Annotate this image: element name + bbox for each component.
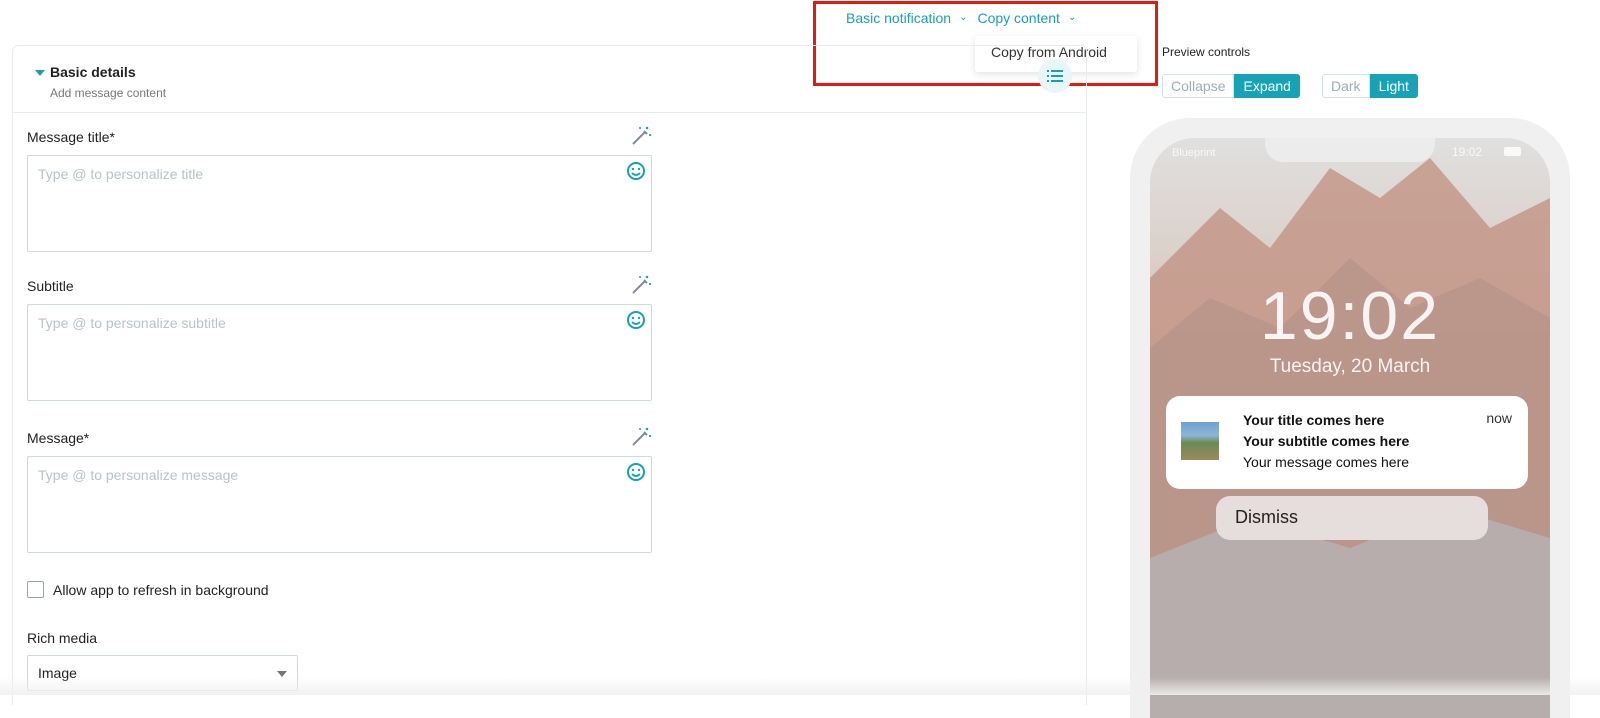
- list-icon[interactable]: [1038, 59, 1072, 93]
- collapse-option[interactable]: Collapse: [1162, 74, 1234, 98]
- rich-media-label: Rich media: [27, 630, 97, 646]
- subtitle-label: Subtitle: [27, 278, 652, 294]
- chevron-down-icon: ⌄: [1068, 12, 1076, 23]
- subtitle-field: Subtitle Type @ to personalize subtitle: [27, 278, 652, 401]
- magic-wand-icon[interactable]: [630, 426, 652, 448]
- theme-toggle: Dark Light: [1322, 74, 1418, 98]
- basic-notification-label: Basic notification: [846, 10, 951, 26]
- message-label: Message*: [27, 430, 652, 446]
- notification-message: Your message comes here: [1243, 452, 1514, 473]
- message-placeholder: Type @ to personalize message: [38, 467, 238, 483]
- message-title-label: Message title*: [27, 129, 652, 145]
- section-subtitle: Add message content: [50, 86, 1086, 100]
- basic-notification-menu[interactable]: Basic notification ⌄: [846, 10, 977, 26]
- chevron-down-icon: ⌄: [959, 12, 967, 23]
- message-input[interactable]: Type @ to personalize message: [27, 456, 652, 553]
- phone-notch: [1265, 138, 1435, 162]
- phone-screen: Blueprint 19:02 19:02 Tuesday, 20 March …: [1150, 138, 1550, 718]
- subtitle-placeholder: Type @ to personalize subtitle: [38, 315, 226, 331]
- battery-icon: [1504, 147, 1521, 156]
- refresh-background-label: Allow app to refresh in background: [53, 582, 269, 598]
- message-title-placeholder: Type @ to personalize title: [38, 166, 203, 182]
- bottom-fade: [0, 677, 1600, 695]
- message-title-input[interactable]: Type @ to personalize title: [27, 155, 652, 252]
- collapse-expand-toggle: Collapse Expand: [1162, 74, 1300, 98]
- carrier-label: Blueprint: [1172, 147, 1215, 159]
- smiley-icon[interactable]: [626, 310, 646, 330]
- refresh-background-checkbox[interactable]: [27, 581, 44, 598]
- message-title-field: Message title* Type @ to personalize tit…: [27, 129, 652, 252]
- notification-time: now: [1486, 410, 1512, 426]
- magic-wand-icon[interactable]: [630, 125, 652, 147]
- preview-controls-label: Preview controls: [1162, 45, 1250, 59]
- notification-subtitle: Your subtitle comes here: [1243, 431, 1514, 452]
- magic-wand-icon[interactable]: [630, 274, 652, 296]
- notification-card: Your title comes here Your subtitle come…: [1166, 396, 1528, 489]
- section-title: Basic details: [50, 64, 1086, 80]
- smiley-icon[interactable]: [626, 161, 646, 181]
- caret-down-icon[interactable]: [35, 70, 45, 76]
- notification-image: [1181, 422, 1219, 460]
- section-header[interactable]: Basic details Add message content: [13, 46, 1086, 113]
- dismiss-button[interactable]: Dismiss: [1216, 496, 1488, 540]
- smiley-icon[interactable]: [626, 462, 646, 482]
- dark-option[interactable]: Dark: [1322, 74, 1370, 98]
- lock-screen-time: 19:02: [1150, 277, 1550, 355]
- lock-screen-date: Tuesday, 20 March: [1150, 356, 1550, 378]
- basic-details-panel: Basic details Add message content Messag…: [12, 45, 1087, 705]
- message-field: Message* Type @ to personalize message: [27, 430, 652, 553]
- copy-content-menu[interactable]: Copy content ⌄: [977, 10, 1086, 26]
- notification-title: Your title comes here: [1243, 410, 1514, 431]
- expand-option[interactable]: Expand: [1234, 74, 1299, 98]
- refresh-background-row[interactable]: Allow app to refresh in background: [27, 581, 269, 598]
- light-option[interactable]: Light: [1370, 74, 1418, 98]
- phone-preview: Blueprint 19:02 19:02 Tuesday, 20 March …: [1130, 118, 1570, 718]
- content-nav: Basic notification ⌄ Copy content ⌄: [846, 10, 1086, 26]
- copy-content-label: Copy content: [977, 10, 1060, 26]
- status-time: 19:02: [1452, 145, 1482, 159]
- subtitle-input[interactable]: Type @ to personalize subtitle: [27, 304, 652, 401]
